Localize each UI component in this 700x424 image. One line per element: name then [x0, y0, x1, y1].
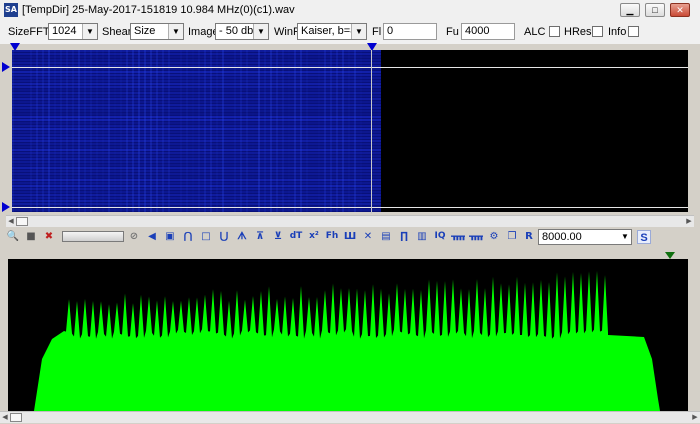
zoom-icon[interactable]: 🔍 — [6, 229, 20, 244]
alc-label: ALC — [524, 26, 546, 38]
sizefft-select[interactable]: 1024 ▼ — [48, 23, 98, 40]
frequency-value: 8000.00 — [542, 231, 582, 243]
tool-b-icon[interactable]: ⊼ — [253, 229, 267, 244]
frequency-cursor — [371, 50, 372, 214]
s-button[interactable]: S — [637, 230, 651, 244]
sizefft-label: SizeFFT — [8, 26, 50, 38]
scroll-left-icon[interactable]: ◀ — [6, 217, 16, 227]
bars-icon[interactable]: Ш — [343, 229, 357, 244]
mode-1-icon[interactable]: ᚄ — [451, 229, 465, 244]
copy-icon[interactable]: ❐ — [505, 229, 519, 244]
spectrum-graph — [8, 270, 688, 411]
tools-toolbar: 🔍 ■ ✖ ⊘ ◀ ▣ ⋂ □ ⋃ ᗑ ⊼ ⊻ dT x² Fh Ш ✕ ▤ ∏… — [0, 227, 700, 247]
time-cursor-bottom — [12, 207, 688, 208]
spectrum-scrollbar[interactable]: ◀ ▶ — [0, 411, 700, 423]
minimize-icon: ▁ — [626, 5, 634, 15]
spectrum-pointer[interactable] — [665, 252, 675, 259]
rect-icon[interactable]: □ — [199, 229, 213, 244]
fu-label: Fu — [446, 26, 459, 38]
chevron-down-icon: ▼ — [621, 232, 629, 241]
winf-value: Kaiser, b=8 — [301, 25, 357, 37]
chevron-down-icon: ▼ — [82, 24, 97, 39]
spectrogram-panel: ◀ ▶ — [0, 43, 700, 230]
minimize-button[interactable]: ▁ — [620, 3, 640, 17]
hres-label: HRes — [564, 26, 592, 38]
shear-select[interactable]: Size ▼ — [130, 23, 184, 40]
chevron-down-icon: ▼ — [351, 24, 366, 39]
spectrogram-display[interactable] — [12, 50, 688, 212]
panel-splitter[interactable] — [0, 249, 700, 257]
scrollbar-thumb[interactable] — [10, 413, 22, 422]
cancel-icon[interactable]: ⊘ — [127, 229, 141, 244]
progress-bar — [62, 231, 124, 242]
scroll-right-icon[interactable]: ▶ — [690, 413, 700, 423]
maximize-button[interactable]: □ — [645, 3, 665, 17]
fill-icon[interactable]: ▥ — [415, 229, 429, 244]
alc-checkbox[interactable] — [549, 26, 560, 37]
stop-icon[interactable]: ■ — [24, 229, 38, 244]
info-label: Info — [608, 26, 627, 38]
winf-label: WinF — [274, 26, 300, 38]
image-select[interactable]: - 50 db ▼ — [215, 23, 269, 40]
r-button[interactable]: R — [522, 229, 536, 244]
dt-button[interactable]: dT — [288, 229, 304, 244]
settings-toolbar: SizeFFT 1024 ▼ Shear Size ▼ Image - 50 db ▼… — [0, 20, 700, 44]
scroll-left-icon[interactable]: ◀ — [0, 413, 10, 423]
image-label: Image — [188, 26, 219, 38]
close-button[interactable]: ✕ — [670, 3, 690, 17]
frame-icon[interactable]: ▣ — [163, 229, 177, 244]
chevron-down-icon: ▼ — [168, 24, 183, 39]
app-icon: SA — [4, 3, 18, 17]
fl-label: Fl — [372, 26, 382, 38]
shear-value: Size — [134, 25, 156, 37]
fl-field[interactable]: 0 — [383, 23, 437, 40]
info-checkbox[interactable] — [628, 26, 639, 37]
restore-icon: □ — [652, 5, 658, 15]
tool-a-icon[interactable]: ᗑ — [235, 229, 249, 244]
close-icon: ✕ — [676, 5, 684, 15]
tool-c-icon[interactable]: ⊻ — [271, 229, 285, 244]
fu-field[interactable]: 4000 — [461, 23, 515, 40]
title-bar: SA [TempDir] 25-May-2017-151819 10.984 M… — [0, 0, 700, 20]
shear-label: Shear — [102, 26, 132, 38]
winf-select[interactable]: Kaiser, b=8 ▼ — [297, 23, 367, 40]
hres-checkbox[interactable] — [592, 26, 603, 37]
arc-up-icon[interactable]: ⋂ — [181, 229, 195, 244]
speaker-icon[interactable]: ◀ — [145, 229, 159, 244]
bottom-time-marker[interactable] — [2, 202, 10, 212]
spectrogram-scrollbar[interactable]: ◀ ▶ — [6, 215, 694, 227]
x2-button[interactable]: x² — [307, 229, 321, 244]
image-value: - 50 db — [219, 25, 254, 37]
grid-icon[interactable]: ▤ — [379, 229, 393, 244]
gear-icon[interactable]: ⚙ — [487, 229, 501, 244]
top-time-marker[interactable] — [2, 62, 10, 72]
wave-icon[interactable]: ∏ — [397, 229, 411, 244]
spectrum-display[interactable] — [8, 259, 688, 411]
arc-down-icon[interactable]: ⋃ — [217, 229, 231, 244]
sizefft-value: 1024 — [52, 25, 77, 37]
fh-button[interactable]: Fh — [325, 229, 339, 244]
time-cursor-top — [12, 67, 688, 68]
cross-icon[interactable]: ✕ — [361, 229, 375, 244]
scroll-right-icon[interactable]: ▶ — [684, 217, 694, 227]
window-title: [TempDir] 25-May-2017-151819 10.984 MHz(… — [22, 4, 295, 16]
iq-button[interactable]: IQ — [432, 229, 448, 244]
frequency-select[interactable]: 8000.00 ▼ — [538, 229, 632, 245]
mode-2-icon[interactable]: ᚅ — [469, 229, 483, 244]
spectrogram-image — [12, 50, 381, 212]
delete-icon[interactable]: ✖ — [42, 229, 56, 244]
chevron-down-icon: ▼ — [253, 24, 268, 39]
scrollbar-thumb[interactable] — [16, 217, 28, 226]
